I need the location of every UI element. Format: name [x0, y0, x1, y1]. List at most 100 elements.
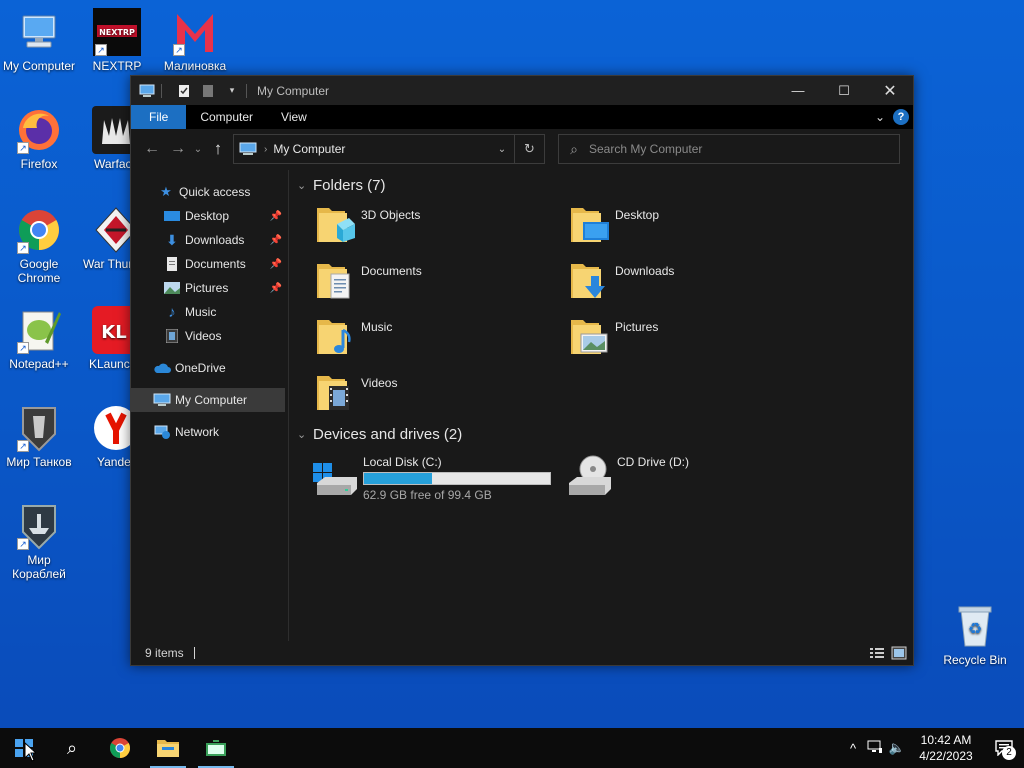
back-button[interactable]: ←: [139, 136, 165, 162]
desktop-icon-war-thunder[interactable]: War Thun: [78, 206, 130, 271]
folder-documents[interactable]: Documents: [315, 255, 569, 311]
desktop-icon-klauncher[interactable]: KL KLaunch: [78, 306, 130, 371]
pin-icon[interactable]: 📌: [270, 259, 282, 270]
chevron-down-icon[interactable]: ⌄: [297, 179, 313, 192]
sidebar-item-downloads[interactable]: ⬇ Downloads 📌: [131, 228, 288, 252]
clock[interactable]: 10:42 AM 4/22/2023: [908, 732, 984, 764]
tab-view[interactable]: View: [267, 105, 321, 129]
pin-icon[interactable]: 📌: [270, 283, 282, 294]
pin-icon[interactable]: 📌: [270, 211, 282, 222]
drive-cd-d[interactable]: CD Drive (D:): [565, 451, 819, 502]
drive-name: Local Disk (C:): [363, 455, 442, 469]
desktop-icon-yandex[interactable]: Yande: [78, 404, 130, 469]
taskbar-file-explorer[interactable]: [144, 728, 192, 768]
computer-icon: [139, 83, 155, 99]
minimize-button[interactable]: —: [775, 76, 821, 105]
desktop-icon-my-computer[interactable]: My Computer: [0, 8, 78, 73]
title-bar[interactable]: ▾ My Computer — ☐ ✕: [131, 76, 913, 105]
address-dropdown-icon[interactable]: ⌄: [490, 144, 514, 155]
search-button[interactable]: ⌕: [48, 728, 96, 768]
address-bar[interactable]: › My Computer ⌄ ↻: [233, 134, 545, 164]
desktop-icon-warface[interactable]: Warfac: [78, 106, 130, 171]
document-icon: [163, 256, 181, 272]
svg-text:♻: ♻: [968, 619, 982, 638]
folders-group-header[interactable]: ⌄ Folders (7): [297, 174, 913, 196]
expand-ribbon-icon[interactable]: ⌄: [875, 110, 885, 124]
search-box[interactable]: ⌕ Search My Computer: [558, 134, 900, 164]
close-button[interactable]: ✕: [867, 76, 913, 105]
details-view-icon[interactable]: [869, 646, 885, 660]
desktop-icon-chrome[interactable]: ↗ Google Chrome: [0, 206, 78, 285]
volume-icon[interactable]: 🔈: [886, 740, 908, 756]
help-icon[interactable]: ?: [893, 109, 909, 125]
desktop-icon-mir-korabley[interactable]: ↗ Мир Кораблей: [0, 502, 78, 581]
desktop-icon-malinovka[interactable]: ↗ Малиновка: [156, 8, 234, 73]
window-title: My Computer: [257, 83, 330, 98]
folder-name: 3D Objects: [361, 208, 421, 222]
sidebar-item-desktop[interactable]: Desktop 📌: [131, 204, 288, 228]
sidebar-item-label: Downloads: [185, 233, 245, 247]
properties-icon[interactable]: [176, 83, 192, 99]
desktop-icon-mir-tankov[interactable]: ↗ Мир Танков: [0, 404, 78, 469]
notifications-button[interactable]: 2: [984, 728, 1024, 768]
desktop-icon-recycle-bin[interactable]: ♻ Recycle Bin: [936, 602, 1014, 667]
refresh-button[interactable]: ↻: [514, 135, 544, 163]
desktop-icon-notepadpp[interactable]: ↗ Notepad++: [0, 306, 78, 371]
sidebar-item-label: Network: [175, 425, 220, 439]
folder-pictures[interactable]: Pictures: [569, 311, 823, 367]
drives-list: Local Disk (C:) 62.9 GB free of 99.4 GB …: [297, 451, 913, 502]
sidebar-item-documents[interactable]: Documents 📌: [131, 252, 288, 276]
computer-icon: [238, 142, 258, 156]
war-thunder-icon: [92, 206, 130, 254]
sidebar-item-label: Quick access: [179, 185, 251, 199]
forward-button[interactable]: →: [165, 136, 191, 162]
address-text[interactable]: My Computer: [273, 142, 345, 156]
sidebar-item-label: Documents: [185, 257, 246, 271]
folder-3d-objects[interactable]: 3D Objects: [315, 199, 569, 255]
tab-file[interactable]: File: [131, 105, 187, 129]
large-icons-view-icon[interactable]: [891, 646, 907, 660]
up-button[interactable]: ↑: [205, 136, 231, 162]
quick-access-dropdown-icon[interactable]: ▾: [224, 83, 240, 99]
svg-text:NEXTRP: NEXTRP: [99, 28, 135, 37]
drive-local-disk-c[interactable]: Local Disk (C:) 62.9 GB free of 99.4 GB: [311, 451, 565, 502]
pin-icon[interactable]: 📌: [270, 235, 282, 246]
sidebar-item-pictures[interactable]: Pictures 📌: [131, 276, 288, 300]
sidebar-item-music[interactable]: ♪ Music: [131, 300, 288, 324]
taskbar-app[interactable]: [192, 728, 240, 768]
folder-grid: 3D Objects Desktop Documents Downloads M…: [297, 199, 913, 423]
sidebar-item-quick-access[interactable]: ★ Quick access: [131, 180, 288, 204]
sidebar-item-network[interactable]: Network: [131, 420, 288, 444]
folder-videos[interactable]: Videos: [315, 367, 569, 423]
desktop-folder-icon: [569, 202, 609, 246]
music-folder-icon: [315, 314, 355, 358]
mouse-cursor-icon: [24, 742, 36, 762]
sidebar-item-videos[interactable]: Videos: [131, 324, 288, 348]
new-folder-icon[interactable]: [200, 83, 216, 99]
tab-computer[interactable]: Computer: [186, 105, 267, 129]
folder-music[interactable]: Music: [315, 311, 569, 367]
maximize-button[interactable]: ☐: [821, 76, 867, 105]
chevron-down-icon[interactable]: ⌄: [297, 428, 313, 441]
chevron-right-icon[interactable]: ›: [264, 144, 267, 155]
sidebar-item-label: OneDrive: [175, 361, 226, 375]
recent-locations-chevron-icon[interactable]: ⌄: [191, 136, 205, 162]
window-controls: — ☐ ✕: [775, 76, 913, 105]
videos-folder-icon: [315, 370, 355, 414]
desktop-icon-nextrp[interactable]: NEXTRP ↗ NEXTRP: [78, 8, 156, 73]
network-icon[interactable]: [864, 740, 886, 757]
explorer-window[interactable]: ▾ My Computer — ☐ ✕ File Computer View ⌄…: [130, 75, 914, 666]
devices-group-header[interactable]: ⌄ Devices and drives (2): [297, 423, 913, 445]
sidebar-item-onedrive[interactable]: OneDrive: [131, 356, 288, 380]
sidebar-item-my-computer[interactable]: My Computer: [131, 388, 285, 412]
navigation-pane: ★ Quick access Desktop 📌 ⬇ Downloads 📌 D…: [131, 170, 289, 641]
chrome-icon: ↗: [15, 206, 63, 254]
film-icon: [163, 328, 181, 344]
recycle-bin-icon: ♻: [951, 602, 999, 650]
taskbar-chrome[interactable]: [96, 728, 144, 768]
folder-downloads[interactable]: Downloads: [569, 255, 823, 311]
folder-desktop[interactable]: Desktop: [569, 199, 823, 255]
desktop-icon-firefox[interactable]: ↗ Firefox: [0, 106, 78, 171]
search-input[interactable]: Search My Computer: [589, 142, 702, 156]
show-hidden-icons-icon[interactable]: ^: [842, 741, 864, 756]
